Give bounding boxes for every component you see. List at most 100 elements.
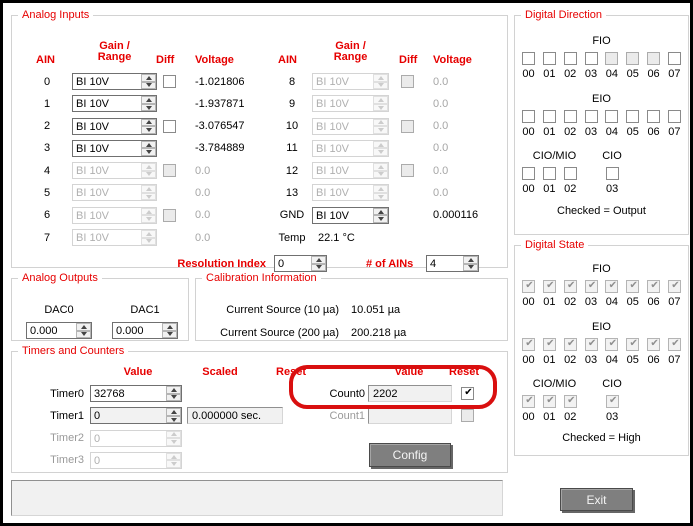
timer1-value-spinner[interactable]: 0 xyxy=(90,407,182,424)
ain-row-4: 4 BI 10V 0.0 xyxy=(32,162,245,179)
ain6-label: 6 xyxy=(32,209,62,221)
ain-row-0: 0 BI 10V -1.021806 xyxy=(32,73,245,90)
up-arrow-icon[interactable] xyxy=(141,96,156,104)
ain0-range-spinner[interactable]: BI 10V xyxy=(72,73,157,90)
dir-eio-07-checkbox[interactable] xyxy=(668,110,681,123)
down-arrow-icon[interactable] xyxy=(141,82,156,90)
down-arrow-icon[interactable] xyxy=(463,264,478,272)
ain2-range-spinner[interactable]: BI 10V xyxy=(72,118,157,135)
up-arrow-icon[interactable] xyxy=(463,256,478,264)
state-eio-00-checkbox xyxy=(522,338,535,351)
down-arrow-icon[interactable] xyxy=(141,148,156,156)
dir-eio-01-checkbox[interactable] xyxy=(543,110,556,123)
timer1-scaled-display: 0.000000 sec. xyxy=(187,407,283,424)
ain2-diff-checkbox[interactable] xyxy=(163,120,176,133)
config-button[interactable]: Config xyxy=(369,443,451,467)
state-fio-01-checkbox xyxy=(543,280,556,293)
dir-eio-00-checkbox[interactable] xyxy=(522,110,535,123)
ain1-label: 1 xyxy=(32,98,62,110)
dir-fio-06-checkbox xyxy=(647,52,660,65)
down-arrow-icon[interactable] xyxy=(166,416,181,424)
dac1-spinner[interactable]: 0.000 xyxy=(112,322,178,339)
up-arrow-icon[interactable] xyxy=(311,256,326,264)
dir-cio-bits: 00 01 02 03 xyxy=(515,167,688,195)
temp-row: Temp 22.1 °C xyxy=(274,229,478,246)
state-fio-00-checkbox xyxy=(522,280,535,293)
down-arrow-icon[interactable] xyxy=(166,394,181,402)
dir-fio-00-checkbox[interactable] xyxy=(522,52,535,65)
count1-row: Count1 xyxy=(321,407,474,424)
ain-row-gnd: GND BI 10V 0.000116 xyxy=(274,207,478,224)
down-arrow-icon xyxy=(141,193,156,201)
ain11-voltage: 0.0 xyxy=(433,142,448,154)
timers-counters-title: Timers and Counters xyxy=(18,345,128,357)
dir-cio-01-checkbox[interactable] xyxy=(543,167,556,180)
dir-cio-02-checkbox[interactable] xyxy=(564,167,577,180)
state-eio-bits: 00 01 02 03 04 05 06 07 xyxy=(515,338,688,366)
timer0-row: Timer0 32768 xyxy=(18,385,283,402)
ain5-label: 5 xyxy=(32,187,62,199)
dir-eio-06-checkbox[interactable] xyxy=(647,110,660,123)
dir-fio-07-checkbox[interactable] xyxy=(668,52,681,65)
ain-row-6: 6 BI 10V 0.0 xyxy=(32,207,245,224)
ain9-range-spinner: BI 10V xyxy=(312,95,389,112)
gain-range-header-left: Gain /Range xyxy=(72,41,157,63)
ain-row-10: 10 BI 10V 0.0 xyxy=(274,118,478,135)
num-ains-label: # of AINs xyxy=(366,258,413,270)
up-arrow-icon[interactable] xyxy=(141,119,156,127)
up-arrow-icon xyxy=(166,431,181,439)
dir-fio-02-checkbox[interactable] xyxy=(564,52,577,65)
temp-label: Temp xyxy=(274,232,310,244)
temp-value: 22.1 °C xyxy=(318,232,355,244)
ain0-diff-checkbox[interactable] xyxy=(163,75,176,88)
gnd-range-spinner[interactable]: BI 10V xyxy=(312,207,389,224)
ain10-label: 10 xyxy=(274,120,310,132)
down-arrow-icon[interactable] xyxy=(76,331,91,339)
up-arrow-icon[interactable] xyxy=(373,208,388,216)
up-arrow-icon[interactable] xyxy=(141,141,156,149)
dir-eio-05-checkbox[interactable] xyxy=(626,110,639,123)
dac0-spinner[interactable]: 0.000 xyxy=(26,322,92,339)
up-arrow-icon[interactable] xyxy=(166,386,181,394)
ain6-range-spinner: BI 10V xyxy=(72,207,157,224)
count0-reset-checkbox[interactable] xyxy=(461,387,474,400)
dir-cio-03-checkbox[interactable] xyxy=(606,167,619,180)
state-eio-05-checkbox xyxy=(626,338,639,351)
down-arrow-icon[interactable] xyxy=(141,104,156,112)
dir-eio-03-checkbox[interactable] xyxy=(585,110,598,123)
ain-row-12: 12 BI 10V 0.0 xyxy=(274,162,478,179)
up-arrow-icon[interactable] xyxy=(166,408,181,416)
exit-button[interactable]: Exit xyxy=(560,488,633,511)
ain7-label: 7 xyxy=(32,232,62,244)
diff-header-right: Diff xyxy=(399,54,417,66)
timer1-row: Timer1 0 0.000000 sec. xyxy=(18,407,283,424)
ain4-range-spinner: BI 10V xyxy=(72,162,157,179)
timer1-label: Timer1 xyxy=(18,410,90,422)
up-arrow-icon xyxy=(141,208,156,216)
dir-eio-02-checkbox[interactable] xyxy=(564,110,577,123)
down-arrow-icon[interactable] xyxy=(162,331,177,339)
resolution-index-spinner[interactable]: 0 xyxy=(274,255,327,272)
up-arrow-icon[interactable] xyxy=(76,323,91,331)
down-arrow-icon[interactable] xyxy=(141,126,156,134)
gnd-voltage: 0.000116 xyxy=(433,209,478,221)
up-arrow-icon xyxy=(373,74,388,82)
state-eio-01-checkbox xyxy=(543,338,556,351)
ain3-range-spinner[interactable]: BI 10V xyxy=(72,140,157,157)
timer0-value-spinner[interactable]: 32768 xyxy=(90,385,182,402)
down-arrow-icon[interactable] xyxy=(311,264,326,272)
ain5-voltage: 0.0 xyxy=(195,187,210,199)
ain1-range-spinner[interactable]: BI 10V xyxy=(72,95,157,112)
down-arrow-icon[interactable] xyxy=(373,215,388,223)
dir-eio-04-checkbox[interactable] xyxy=(605,110,618,123)
timer3-row: Timer3 0 xyxy=(18,452,283,469)
up-arrow-icon[interactable] xyxy=(162,323,177,331)
num-ains-spinner[interactable]: 4 xyxy=(426,255,479,272)
up-arrow-icon[interactable] xyxy=(141,74,156,82)
ain-row-2: 2 BI 10V -3.076547 xyxy=(32,118,245,135)
dir-fio-01-checkbox[interactable] xyxy=(543,52,556,65)
current-source-10-value: 10.051 µa xyxy=(351,304,400,316)
ain4-diff-checkbox xyxy=(163,164,176,177)
dir-fio-03-checkbox[interactable] xyxy=(585,52,598,65)
dir-cio-00-checkbox[interactable] xyxy=(522,167,535,180)
